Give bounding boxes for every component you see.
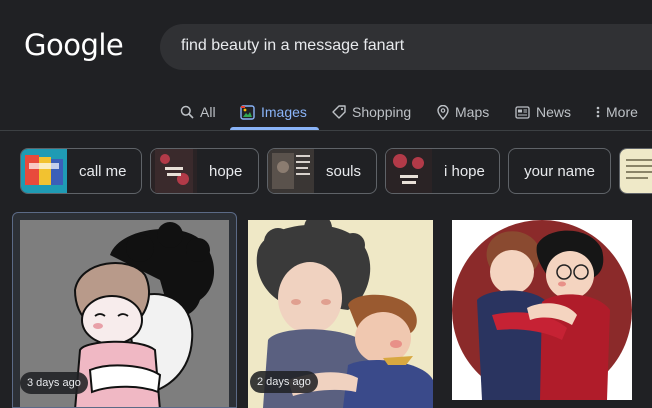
- image-result-1[interactable]: 3 days ago: [12, 212, 237, 408]
- tab-all[interactable]: All: [180, 100, 216, 124]
- tab-images[interactable]: Images: [240, 100, 307, 124]
- chip-souls[interactable]: souls: [267, 148, 377, 194]
- map-pin-icon: [437, 104, 449, 120]
- chip-hope-label: hope: [209, 162, 243, 180]
- tab-more-label: More: [606, 104, 638, 120]
- search-input[interactable]: find beauty in a message fanart: [181, 37, 404, 55]
- tab-images-label: Images: [261, 104, 307, 120]
- image-age-badge: 3 days ago: [20, 372, 88, 394]
- chip-partial[interactable]: [619, 148, 652, 194]
- search-bar[interactable]: find beauty in a message fanart: [160, 24, 652, 70]
- chip-i-hope-label: i hope: [444, 162, 485, 180]
- chip-partial-thumbnail: [620, 149, 652, 193]
- tab-news-label: News: [536, 104, 572, 120]
- fanart-image-kiss[interactable]: [452, 220, 632, 400]
- image-result-3[interactable]: [452, 212, 632, 408]
- tab-shopping[interactable]: Shopping: [332, 100, 411, 124]
- image-result-2[interactable]: 2 days ago: [248, 212, 433, 408]
- tab-maps-label: Maps: [455, 104, 490, 120]
- tab-more[interactable]: More: [596, 100, 638, 124]
- chip-souls-thumbnail: [268, 149, 314, 193]
- tab-maps[interactable]: Maps: [437, 100, 489, 124]
- kebab-menu-icon: [596, 106, 600, 118]
- search-icon: [180, 105, 194, 119]
- chip-hope-thumbnail: [151, 149, 197, 193]
- chip-your-name-label: your name: [524, 162, 595, 180]
- tab-all-label: All: [200, 104, 216, 120]
- chip-souls-label: souls: [326, 162, 362, 180]
- chip-call-me-label: call me: [79, 162, 127, 180]
- tab-shopping-label: Shopping: [352, 104, 412, 120]
- header-divider: [0, 130, 652, 131]
- tab-news[interactable]: News: [515, 100, 571, 124]
- google-logo[interactable]: Google: [24, 28, 124, 62]
- image-age-badge: 2 days ago: [250, 371, 318, 393]
- chip-your-name[interactable]: your name: [508, 148, 611, 194]
- chip-call-me[interactable]: call me: [20, 148, 142, 194]
- chip-i-hope-thumbnail: [386, 149, 432, 193]
- chip-i-hope[interactable]: i hope: [385, 148, 500, 194]
- chip-call-me-thumbnail: [21, 149, 67, 193]
- search-tabs: All Images Shopping Maps News More: [0, 92, 652, 132]
- chip-hope[interactable]: hope: [150, 148, 259, 194]
- image-icon: [240, 104, 255, 120]
- news-icon: [515, 105, 530, 119]
- tag-icon: [332, 105, 346, 119]
